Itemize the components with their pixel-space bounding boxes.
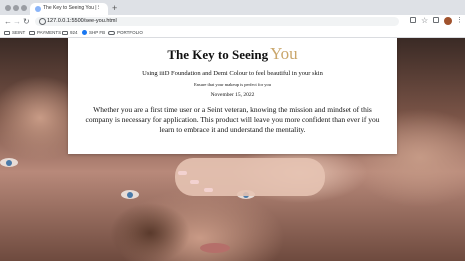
- share-icon[interactable]: [410, 17, 416, 23]
- close-window-button[interactable]: [5, 5, 11, 11]
- hero-card: The Key to Seeing You Using iiiD Foundati…: [68, 38, 397, 154]
- tab-title: The Key to Seeing You | Seint ×: [43, 5, 99, 11]
- browser-toolbar: ← → ↻ 127.0.0.1:5500/see-you.html ☆ ⋮: [0, 15, 465, 28]
- favicon-icon: [35, 6, 41, 12]
- nail-image: [178, 171, 187, 175]
- url-text: 127.0.0.1:5500/see-you.html: [47, 18, 117, 24]
- minimize-window-button[interactable]: [13, 5, 19, 11]
- post-date: November 15, 2022: [210, 92, 255, 98]
- page-title: The Key to Seeing You: [68, 44, 397, 64]
- bookmark-label: PORTFOLIO: [117, 30, 143, 35]
- link-icon: [108, 30, 115, 35]
- address-bar[interactable]: 127.0.0.1:5500/see-you.html: [35, 17, 399, 26]
- bookmark-label: 924: [70, 30, 78, 35]
- browser-window: The Key to Seeing You | Seint × + ← → ↻ …: [0, 0, 465, 261]
- back-icon[interactable]: ←: [4, 16, 12, 27]
- eye-image: [0, 158, 18, 167]
- bookmark-924[interactable]: 924: [62, 29, 78, 36]
- side-panel-icon[interactable]: [433, 17, 439, 23]
- title-main: The Key to Seeing: [167, 47, 269, 62]
- page-viewport: The Key to Seeing You Using iiiD Foundati…: [0, 38, 465, 261]
- nail-image: [190, 180, 199, 184]
- folder-icon: [29, 30, 35, 35]
- bookmark-payments[interactable]: PAYMENTS: [29, 29, 61, 36]
- bookmark-label: SHP FB: [89, 30, 106, 35]
- bookmarks-bar: SEINT PAYMENTS 924 SHP FB PORTFOLIO: [0, 28, 465, 38]
- bookmark-shp-fb[interactable]: SHP FB: [82, 29, 105, 36]
- reload-icon[interactable]: ↻: [23, 16, 30, 27]
- bookmark-star-icon[interactable]: ☆: [421, 15, 428, 26]
- profile-avatar[interactable]: [444, 17, 452, 25]
- nail-image: [204, 188, 213, 192]
- menu-icon[interactable]: ⋮: [456, 16, 463, 26]
- lips-image: [200, 243, 230, 253]
- bookmark-label: PAYMENTS: [37, 30, 62, 35]
- subtitle: Using iiiD Foundation and Demi Colour to…: [142, 70, 323, 77]
- bookmark-portfolio[interactable]: PORTFOLIO: [108, 29, 143, 36]
- bookmark-seint[interactable]: SEINT: [4, 29, 25, 36]
- maximize-window-button[interactable]: [21, 5, 27, 11]
- title-accent: You: [270, 44, 298, 63]
- bookmark-label: SEINT: [12, 30, 26, 35]
- facebook-icon: [82, 30, 87, 35]
- forward-icon[interactable]: →: [13, 16, 21, 27]
- site-info-icon[interactable]: [39, 18, 46, 25]
- browser-tab[interactable]: The Key to Seeing You | Seint ×: [30, 3, 108, 15]
- folder-icon: [4, 30, 10, 35]
- hand-image: [175, 158, 325, 196]
- new-tab-button[interactable]: +: [112, 3, 117, 13]
- tab-strip: The Key to Seeing You | Seint × +: [0, 0, 465, 15]
- body-paragraph: Whether you are a first time user or a S…: [85, 105, 380, 134]
- tagline: Ensure that your makeup is perfect for y…: [193, 82, 272, 87]
- folder-icon: [62, 30, 68, 35]
- eye-image: [121, 190, 139, 199]
